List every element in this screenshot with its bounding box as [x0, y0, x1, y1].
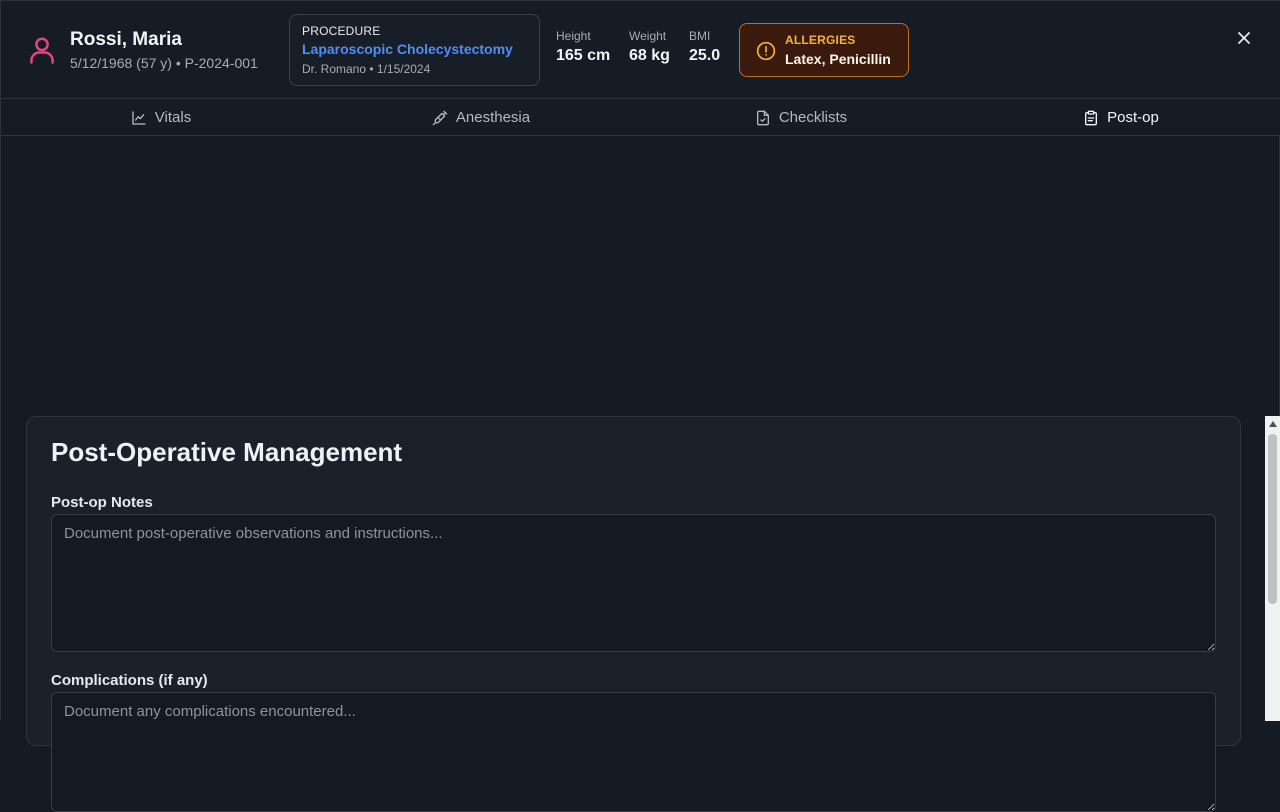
procedure-name: Laparoscopic Cholecystectomy — [302, 41, 513, 57]
tab-post-op-label: Post-op — [1107, 109, 1159, 126]
procedure-card: PROCEDURE Laparoscopic Cholecystectomy D… — [289, 14, 540, 86]
caret-up-icon — [1268, 421, 1277, 427]
alert-circle-icon — [756, 41, 776, 61]
line-chart-icon — [132, 110, 146, 125]
height-metric: Height 165 cm — [556, 29, 610, 65]
tab-post-op[interactable]: Post-op — [961, 99, 1280, 136]
app-window: Rossi, Maria 5/12/1968 (57 y) • P-2024-0… — [0, 0, 1280, 812]
tab-bar: Vitals Anesthesia Checklists Post-op — [1, 99, 1280, 136]
close-button[interactable] — [1232, 26, 1256, 50]
post-op-notes-label: Post-op Notes — [51, 494, 153, 511]
post-op-notes-field[interactable] — [51, 514, 1216, 652]
bmi-label: BMI — [689, 29, 711, 43]
patient-meta: 5/12/1968 (57 y) • P-2024-001 — [70, 55, 258, 71]
patient-name: Rossi, Maria — [70, 29, 182, 50]
clipboard-icon — [1085, 110, 1098, 125]
tab-vitals-label: Vitals — [154, 109, 192, 126]
close-icon — [1238, 32, 1250, 44]
panel-title: Post-Operative Management — [51, 437, 403, 467]
patient-header: Rossi, Maria 5/12/1968 (57 y) • P-2024-0… — [1, 1, 1280, 99]
tab-checklists-label: Checklists — [778, 109, 848, 126]
tab-anesthesia-label: Anesthesia — [455, 109, 531, 126]
scroll-thumb[interactable] — [1268, 434, 1277, 604]
scrollbar[interactable] — [1265, 416, 1280, 721]
procedure-label: PROCEDURE — [302, 24, 381, 38]
tab-anesthesia[interactable]: Anesthesia — [321, 99, 641, 136]
allergy-value: Latex, Penicillin — [785, 51, 891, 67]
weight-label: Weight — [629, 29, 667, 43]
height-label: Height — [556, 29, 591, 43]
bmi-metric: BMI 25.0 — [689, 29, 720, 65]
tab-checklists[interactable]: Checklists — [641, 99, 961, 136]
file-check-icon — [756, 110, 769, 125]
allergy-label: ALLERGIES — [785, 33, 856, 47]
weight-value: 68 kg — [629, 47, 670, 64]
syringe-icon — [432, 110, 448, 125]
allergy-badge: ALLERGIES Latex, Penicillin — [739, 23, 909, 77]
bmi-value: 25.0 — [689, 47, 721, 64]
height-value: 165 cm — [556, 47, 611, 64]
weight-metric: Weight 68 kg — [629, 29, 670, 65]
user-icon — [30, 37, 54, 64]
complications-label: Complications (if any) — [51, 672, 208, 689]
scroll-up-arrow[interactable] — [1265, 418, 1280, 430]
post-op-panel: Post-Operative Management Post-op Notes … — [26, 416, 1241, 812]
tab-vitals[interactable]: Vitals — [1, 99, 321, 136]
procedure-meta: Dr. Romano • 1/15/2024 — [302, 62, 431, 76]
complications-field[interactable] — [51, 692, 1216, 812]
